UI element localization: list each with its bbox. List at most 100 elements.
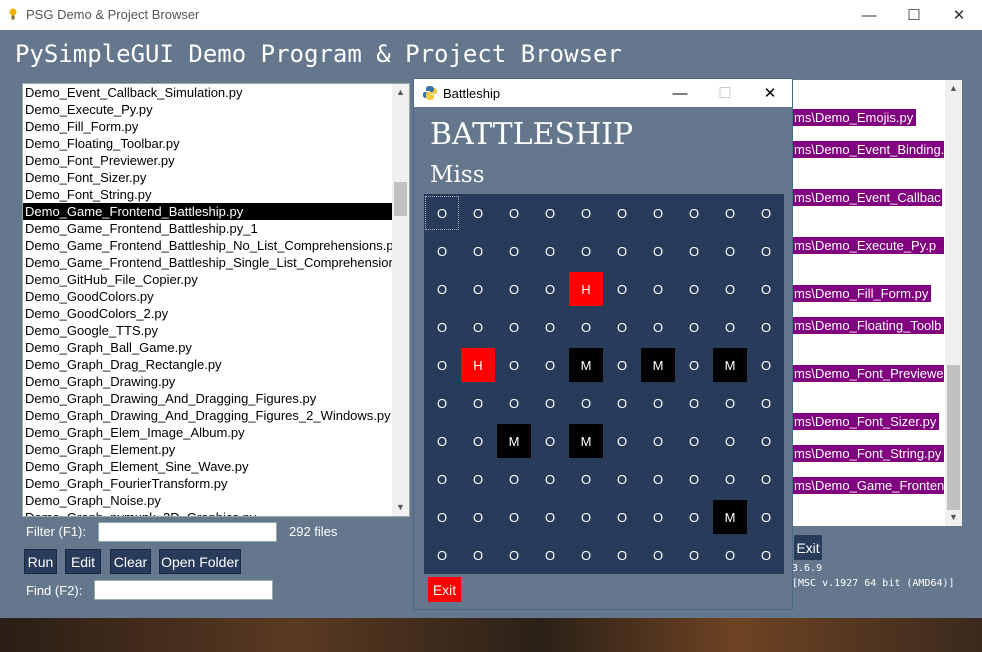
board-cell[interactable]: O bbox=[605, 272, 639, 306]
board-cell[interactable]: O bbox=[677, 500, 711, 534]
board-cell[interactable]: O bbox=[425, 538, 459, 572]
board-cell[interactable]: O bbox=[713, 462, 747, 496]
board-cell[interactable]: O bbox=[425, 386, 459, 420]
scrollbar-thumb[interactable] bbox=[947, 365, 960, 510]
board-cell[interactable]: O bbox=[713, 272, 747, 306]
board-cell[interactable]: M bbox=[713, 348, 747, 382]
board-cell[interactable]: O bbox=[605, 196, 639, 230]
board-cell[interactable]: O bbox=[605, 310, 639, 344]
board-cell[interactable]: O bbox=[425, 310, 459, 344]
board-cell[interactable]: O bbox=[749, 424, 783, 458]
board-cell[interactable]: O bbox=[641, 462, 675, 496]
board-cell[interactable]: O bbox=[641, 424, 675, 458]
board-cell[interactable]: O bbox=[713, 538, 747, 572]
file-list-item[interactable]: Demo_Game_Frontend_Battleship.py bbox=[23, 203, 393, 220]
file-list-item[interactable]: Demo_Graph_Drawing_And_Dragging_Figures_… bbox=[23, 407, 409, 424]
board-cell[interactable]: O bbox=[677, 386, 711, 420]
board-cell[interactable]: O bbox=[461, 386, 495, 420]
minimize-button[interactable]: — bbox=[846, 0, 892, 30]
close-button[interactable]: ✕ bbox=[750, 79, 790, 107]
board-cell[interactable]: O bbox=[533, 348, 567, 382]
board-cell[interactable]: O bbox=[461, 424, 495, 458]
board-cell[interactable]: O bbox=[497, 196, 531, 230]
board-cell[interactable]: O bbox=[641, 196, 675, 230]
file-list-item[interactable]: Demo_Graph_Element_Sine_Wave.py bbox=[23, 458, 409, 475]
board-cell[interactable]: O bbox=[641, 310, 675, 344]
file-list-item[interactable]: Demo_GoodColors_2.py bbox=[23, 305, 409, 322]
board-cell[interactable]: O bbox=[713, 310, 747, 344]
board-cell[interactable]: O bbox=[749, 196, 783, 230]
run-button[interactable]: Run bbox=[24, 549, 57, 574]
board-cell[interactable]: O bbox=[425, 348, 459, 382]
board-cell[interactable]: O bbox=[641, 234, 675, 268]
board-cell[interactable]: O bbox=[677, 196, 711, 230]
board-cell[interactable]: O bbox=[713, 424, 747, 458]
board-cell[interactable]: O bbox=[533, 462, 567, 496]
file-list-item[interactable]: Demo_Execute_Py.py bbox=[23, 101, 409, 118]
board-cell[interactable]: M bbox=[569, 348, 603, 382]
board-cell[interactable]: M bbox=[641, 348, 675, 382]
board-cell[interactable]: O bbox=[749, 310, 783, 344]
scroll-up-arrow-icon[interactable]: ▲ bbox=[392, 84, 409, 101]
file-list-item[interactable]: Demo_Font_Sizer.py bbox=[23, 169, 409, 186]
board-cell[interactable]: O bbox=[533, 272, 567, 306]
edit-button[interactable]: Edit bbox=[65, 549, 101, 574]
board-cell[interactable]: O bbox=[677, 348, 711, 382]
file-list-item[interactable]: Demo_Graph_pymunk_2D_Graphics.py bbox=[23, 509, 409, 516]
board-cell[interactable]: O bbox=[569, 462, 603, 496]
game-exit-button[interactable]: Exit bbox=[428, 577, 461, 602]
board-cell[interactable]: O bbox=[749, 538, 783, 572]
board-cell[interactable]: O bbox=[425, 424, 459, 458]
board-cell[interactable]: O bbox=[533, 310, 567, 344]
board-cell[interactable]: O bbox=[569, 310, 603, 344]
file-list-item[interactable]: Demo_Graph_Ball_Game.py bbox=[23, 339, 409, 356]
file-list-item[interactable]: Demo_Google_TTS.py bbox=[23, 322, 409, 339]
board-cell[interactable]: O bbox=[533, 386, 567, 420]
scroll-up-arrow-icon[interactable]: ▲ bbox=[945, 80, 962, 97]
file-list-item[interactable]: Demo_Graph_FourierTransform.py bbox=[23, 475, 409, 492]
board-cell[interactable]: O bbox=[605, 538, 639, 572]
board-cell[interactable]: O bbox=[569, 386, 603, 420]
board-cell[interactable]: O bbox=[713, 196, 747, 230]
scroll-down-arrow-icon[interactable]: ▼ bbox=[392, 499, 409, 516]
board-cell[interactable]: O bbox=[677, 272, 711, 306]
board-cell[interactable]: O bbox=[749, 348, 783, 382]
output-scrollbar[interactable]: ▲ ▼ bbox=[945, 80, 962, 526]
board-cell[interactable]: O bbox=[569, 500, 603, 534]
open-folder-button[interactable]: Open Folder bbox=[159, 549, 241, 574]
board-cell[interactable]: M bbox=[569, 424, 603, 458]
exit-button[interactable]: Exit bbox=[794, 535, 822, 560]
battleship-titlebar[interactable]: Battleship — ☐ ✕ bbox=[414, 79, 792, 107]
file-list-item[interactable]: Demo_Graph_Drag_Rectangle.py bbox=[23, 356, 409, 373]
board-cell[interactable]: O bbox=[425, 462, 459, 496]
board-cell[interactable]: O bbox=[461, 500, 495, 534]
board-cell[interactable]: O bbox=[749, 386, 783, 420]
file-list-item[interactable]: Demo_Fill_Form.py bbox=[23, 118, 409, 135]
battleship-window[interactable]: Battleship — ☐ ✕ BATTLESHIP Miss OOOOOOO… bbox=[413, 78, 793, 610]
board-cell[interactable]: O bbox=[533, 538, 567, 572]
file-list-item[interactable]: Demo_Graph_Elem_Image_Album.py bbox=[23, 424, 409, 441]
board-cell[interactable]: O bbox=[641, 500, 675, 534]
file-list-item[interactable]: Demo_Event_Callback_Simulation.py bbox=[23, 84, 409, 101]
file-list-item[interactable]: Demo_Game_Frontend_Battleship_No_List_Co… bbox=[23, 237, 409, 254]
board-cell[interactable]: H bbox=[461, 348, 495, 382]
board-cell[interactable]: O bbox=[425, 234, 459, 268]
board-cell[interactable]: O bbox=[461, 538, 495, 572]
main-titlebar[interactable]: PSG Demo & Project Browser — ☐ ✕ bbox=[0, 0, 982, 30]
board-cell[interactable]: O bbox=[677, 462, 711, 496]
file-list-item[interactable]: Demo_GoodColors.py bbox=[23, 288, 409, 305]
scroll-down-arrow-icon[interactable]: ▼ bbox=[945, 509, 962, 526]
board-cell[interactable]: O bbox=[605, 500, 639, 534]
board-cell[interactable]: O bbox=[677, 538, 711, 572]
board-cell[interactable]: O bbox=[497, 348, 531, 382]
output-pane[interactable]: ms\Demo_Emojis.py ms\Demo_Event_Binding. m… bbox=[792, 80, 962, 526]
file-list-item[interactable]: Demo_Graph_Noise.py bbox=[23, 492, 409, 509]
clear-button[interactable]: Clear bbox=[110, 549, 151, 574]
board-cell[interactable]: O bbox=[749, 500, 783, 534]
close-button[interactable]: ✕ bbox=[936, 0, 982, 30]
filter-input[interactable] bbox=[98, 522, 277, 542]
find-input[interactable] bbox=[94, 580, 273, 600]
file-list-item[interactable]: Demo_Graph_Element.py bbox=[23, 441, 409, 458]
board-cell[interactable]: O bbox=[497, 462, 531, 496]
board-cell[interactable]: O bbox=[641, 272, 675, 306]
